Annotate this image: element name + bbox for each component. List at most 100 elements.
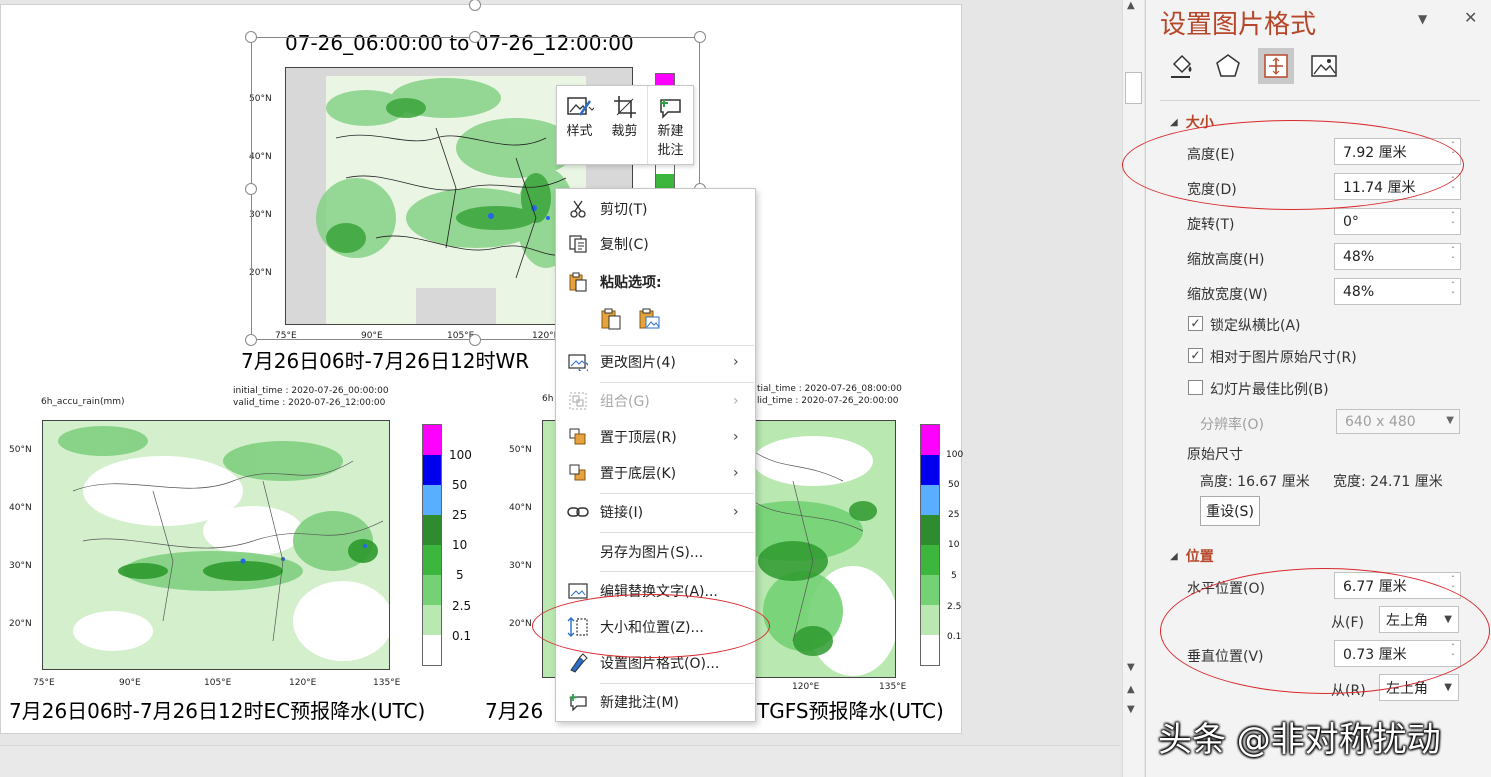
paste-icon	[556, 272, 600, 292]
format-picture-icon	[556, 653, 600, 673]
menu-change-picture-label: 更改图片(4)	[600, 355, 676, 371]
style-button[interactable]: 样式	[557, 86, 602, 164]
best-scale-checkbox[interactable]	[1188, 380, 1203, 395]
position-section-header[interactable]: ◢ 位置	[1170, 546, 1214, 566]
rotation-input[interactable]: 0° ˆˇ	[1334, 208, 1461, 235]
scroll-up-icon[interactable]: ▲	[1127, 0, 1135, 11]
menu-paste-options: 粘贴选项:	[556, 267, 755, 297]
left-cb-2-5: 2.5	[452, 599, 472, 613]
scrollbar-thumb[interactable]	[1125, 72, 1142, 104]
spinner-arrows-icon[interactable]: ˆˇ	[1451, 211, 1455, 231]
slide-canvas[interactable]: 07-26_06:00:00 to 07-26_12:00:00 50°N 40…	[0, 0, 964, 734]
collapse-triangle-icon: ◢	[1170, 550, 1178, 562]
menu-new-comment[interactable]: 新建批注(M)	[556, 687, 755, 717]
pane-options-chevron-icon[interactable]: ▼	[1418, 12, 1427, 26]
right-map-caption-right: TGFS预报降水(UTC)	[757, 699, 944, 723]
resize-handle-ml[interactable]	[245, 183, 257, 195]
scissors-icon	[556, 200, 600, 218]
scale-height-input[interactable]: 48% ˆˇ	[1334, 243, 1461, 270]
next-slide-icon[interactable]: ▼	[1127, 704, 1135, 715]
menu-send-back[interactable]: 置于底层(K) ›	[556, 458, 755, 488]
send-back-icon	[556, 464, 600, 482]
submenu-arrow-icon: ›	[733, 393, 739, 409]
rotate-handle[interactable]	[469, 0, 481, 11]
menu-link[interactable]: 链接(I) ›	[556, 497, 755, 527]
menu-separator	[600, 345, 754, 346]
right-lat-50: 50°N	[509, 445, 532, 455]
left-lon-75: 75°E	[33, 678, 55, 688]
best-scale-label: 幻灯片最佳比例(B)	[1210, 382, 1329, 398]
close-icon[interactable]: ✕	[1464, 8, 1477, 27]
fill-line-tab-icon[interactable]	[1164, 48, 1200, 84]
resize-handle-tr[interactable]	[694, 31, 706, 43]
menu-bring-front[interactable]: 置于顶层(R) ›	[556, 422, 755, 452]
left-cb-0-1: 0.1	[452, 629, 472, 643]
resize-handle-bl[interactable]	[245, 334, 257, 346]
resize-handle-bm[interactable]	[469, 334, 481, 346]
spinner-arrows-icon[interactable]: ˆˇ	[1451, 281, 1455, 301]
menu-group: 组合(G) ›	[556, 386, 755, 416]
menu-cut-label: 剪切(T)	[600, 202, 648, 218]
lock-aspect-checkbox[interactable]: ✓	[1188, 316, 1203, 331]
right-cb-50: 50	[948, 480, 960, 490]
right-cb-100: 100	[946, 450, 964, 460]
spinner-arrows-icon[interactable]: ˆˇ	[1451, 246, 1455, 266]
submenu-arrow-icon: ›	[733, 429, 739, 445]
crop-button[interactable]: 裁剪	[602, 86, 647, 164]
scale-height-value: 48%	[1343, 248, 1375, 265]
format-picture-pane: 设置图片格式 ▼ ✕ ◢ 大小 高度(E) 7.92 厘米 ˆˇ 宽度(D) 1…	[1122, 0, 1491, 777]
reset-button[interactable]: 重设(S)	[1200, 496, 1260, 526]
right-cb-10: 10	[948, 540, 960, 550]
menu-separator	[600, 571, 754, 572]
size-properties-tab-icon[interactable]	[1258, 48, 1294, 84]
menu-copy-label: 复制(C)	[600, 237, 649, 253]
menu-link-label: 链接(I)	[600, 505, 644, 521]
paste-as-picture-icon[interactable]	[638, 307, 660, 335]
relative-size-label: 相对于图片原始尺寸(R)	[1210, 350, 1357, 366]
relative-size-checkbox[interactable]: ✓	[1188, 348, 1203, 363]
effects-tab-icon[interactable]	[1210, 48, 1246, 84]
left-map-image[interactable]	[42, 420, 390, 670]
menu-save-as-picture[interactable]: 另存为图片(S)...	[556, 537, 755, 567]
menu-copy[interactable]: 复制(C)	[556, 229, 755, 259]
resolution-dropdown: 640 x 480 ▼	[1336, 409, 1460, 434]
menu-paste-options-label: 粘贴选项:	[600, 275, 662, 291]
scroll-down-icon[interactable]: ▼	[1127, 662, 1135, 673]
resize-handle-tm[interactable]	[469, 31, 481, 43]
submenu-arrow-icon: ›	[733, 504, 739, 520]
new-comment-icon	[556, 693, 600, 711]
paste-option-row	[556, 306, 755, 336]
pane-title: 设置图片格式	[1160, 10, 1317, 40]
slide-vertical-scrollbar[interactable]: ▲ ▼ ▲ ▼	[1122, 0, 1144, 777]
left-map-var-label: 6h_accu_rain(mm)	[41, 397, 125, 407]
left-lon-120: 120°E	[289, 678, 317, 688]
resize-handle-tl[interactable]	[245, 31, 257, 43]
previous-slide-icon[interactable]: ▲	[1127, 684, 1135, 695]
left-cb-5: 5	[456, 568, 464, 582]
picture-tab-icon[interactable]	[1306, 48, 1342, 84]
scale-width-value: 48%	[1343, 283, 1375, 300]
paste-keep-format-icon[interactable]	[600, 307, 622, 335]
left-lat-40: 40°N	[9, 503, 32, 513]
menu-send-back-label: 置于底层(K)	[600, 466, 677, 482]
left-map-valid-time: valid_time : 2020-07-26_12:00:00	[233, 398, 386, 408]
right-map-valid-time: lid_time : 2020-07-26_20:00:00	[757, 396, 899, 406]
right-map-init-time: tial_time : 2020-07-26_08:00:00	[757, 384, 902, 394]
menu-separator	[600, 683, 754, 684]
copy-icon	[556, 235, 600, 253]
watermark-text: 头条 @非对称扰动	[1158, 720, 1441, 760]
original-height: 高度: 16.67 厘米	[1200, 474, 1310, 490]
scale-height-label: 缩放高度(H)	[1187, 252, 1265, 268]
submenu-arrow-icon: ›	[733, 354, 739, 370]
menu-change-picture[interactable]: 更改图片(4) ›	[556, 347, 755, 377]
menu-cut[interactable]: 剪切(T)	[556, 194, 755, 224]
new-comment-button[interactable]: 新建 批注	[647, 86, 693, 164]
menu-save-as-picture-label: 另存为图片(S)...	[600, 545, 704, 561]
annotation-oval-position	[1160, 568, 1490, 694]
lock-aspect-label: 锁定纵横比(A)	[1210, 318, 1301, 334]
submenu-arrow-icon: ›	[733, 465, 739, 481]
new-comment-label-2: 批注	[657, 143, 684, 158]
link-icon	[556, 505, 600, 519]
left-map-caption: 7月26日06时-7月26日12时EC预报降水(UTC)	[9, 699, 426, 723]
scale-width-input[interactable]: 48% ˆˇ	[1334, 278, 1461, 305]
